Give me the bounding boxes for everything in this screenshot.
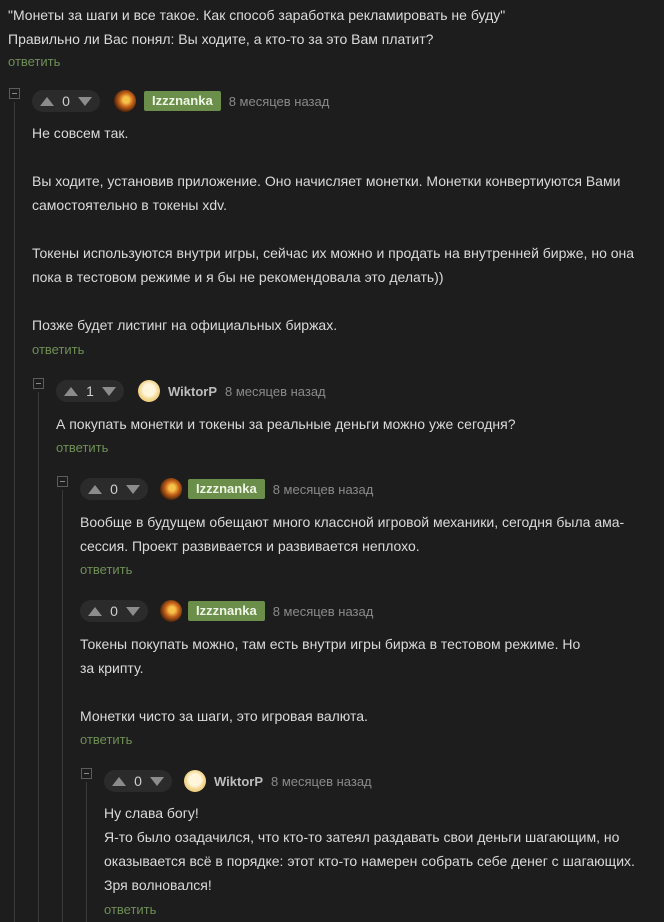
comment-text: Токены покупать можно, там есть внутри и… (80, 636, 581, 676)
score: 0 (110, 481, 118, 497)
thread-line (38, 392, 39, 922)
comment-header: 0 Izzznanka 8 месяцев назад (80, 478, 373, 500)
downvote-icon[interactable] (78, 96, 92, 106)
comment-text: Вообще в будущем обещают много классной … (80, 514, 625, 554)
comment-body: Токены покупать можно, там есть внутри и… (80, 632, 580, 728)
comment-text: Ну слава богу! Я-то было озадачился, что… (104, 805, 635, 893)
comment-time[interactable]: 8 месяцев назад (229, 94, 330, 109)
parent-comment-line: "Монеты за шаги и все такое. Как способ … (8, 7, 506, 23)
avatar[interactable] (138, 380, 160, 402)
thread-line (14, 102, 15, 922)
reply-link[interactable]: ответить (8, 53, 60, 71)
author-name[interactable]: WiktorP (168, 384, 217, 399)
comment-header: 1 WiktorP 8 месяцев назад (56, 380, 326, 402)
comments-page: "Монеты за шаги и все такое. Как способ … (0, 0, 664, 922)
upvote-icon[interactable] (112, 776, 126, 786)
comment-time[interactable]: 8 месяцев назад (271, 774, 372, 789)
thread-line (62, 490, 63, 922)
upvote-icon[interactable] (64, 386, 78, 396)
downvote-icon[interactable] (126, 606, 140, 616)
reply-link[interactable]: ответить (80, 731, 132, 749)
reply-link[interactable]: ответить (56, 439, 108, 457)
vote-widget: 0 (32, 90, 100, 112)
comment-body: Вообще в будущем обещают много классной … (80, 510, 624, 558)
upvote-icon[interactable] (40, 96, 54, 106)
comment-time[interactable]: 8 месяцев назад (273, 482, 374, 497)
reply-link[interactable]: ответить (32, 341, 84, 359)
avatar[interactable] (184, 770, 206, 792)
author-badge[interactable]: Izzznanka (188, 479, 265, 499)
collapse-icon[interactable] (81, 768, 92, 779)
score: 0 (110, 603, 118, 619)
thread-line (86, 782, 87, 922)
comment-time[interactable]: 8 месяцев назад (273, 604, 374, 619)
comment-header: 0 Izzznanka 8 месяцев назад (80, 600, 373, 622)
comment-text: Монетки чисто за шаги, это игровая валют… (80, 708, 368, 724)
comment-time[interactable]: 8 месяцев назад (225, 384, 326, 399)
comment-text: Позже будет листинг на официальных биржа… (32, 317, 338, 333)
author-name[interactable]: WiktorP (214, 774, 263, 789)
reply-link[interactable]: ответить (80, 561, 132, 579)
collapse-icon[interactable] (9, 88, 20, 99)
avatar[interactable] (160, 600, 182, 622)
downvote-icon[interactable] (102, 386, 116, 396)
vote-widget: 0 (80, 600, 148, 622)
comment-text: А покупать монетки и токены за реальные … (56, 416, 516, 432)
score: 1 (86, 383, 94, 399)
downvote-icon[interactable] (126, 484, 140, 494)
author-badge[interactable]: Izzznanka (144, 91, 221, 111)
comment-text: Не совсем так. (32, 125, 129, 141)
score: 0 (134, 773, 142, 789)
vote-widget: 1 (56, 380, 124, 402)
avatar[interactable] (160, 478, 182, 500)
avatar[interactable] (114, 90, 136, 112)
comment-text: Вы ходите, установив приложение. Оно нач… (32, 173, 621, 213)
comment-body: Не совсем так. Вы ходите, установив прил… (32, 121, 634, 337)
comment-header: 0 Izzznanka 8 месяцев назад (32, 90, 329, 112)
collapse-icon[interactable] (57, 476, 68, 487)
author-badge[interactable]: Izzznanka (188, 601, 265, 621)
vote-widget: 0 (104, 770, 172, 792)
comment-body: Ну слава богу! Я-то было озадачился, что… (104, 801, 635, 897)
upvote-icon[interactable] (88, 606, 102, 616)
comment-body: А покупать монетки и токены за реальные … (56, 412, 515, 436)
parent-comment: "Монеты за шаги и все такое. Как способ … (8, 3, 658, 69)
downvote-icon[interactable] (150, 776, 164, 786)
vote-widget: 0 (80, 478, 148, 500)
collapse-icon[interactable] (33, 378, 44, 389)
reply-link[interactable]: ответить (104, 901, 156, 919)
parent-comment-line: Правильно ли Вас понял: Вы ходите, а кто… (8, 31, 434, 47)
score: 0 (62, 93, 70, 109)
upvote-icon[interactable] (88, 484, 102, 494)
comment-header: 0 WiktorP 8 месяцев назад (104, 770, 372, 792)
comment-text: Токены используются внутри игры, сейчас … (32, 245, 635, 285)
